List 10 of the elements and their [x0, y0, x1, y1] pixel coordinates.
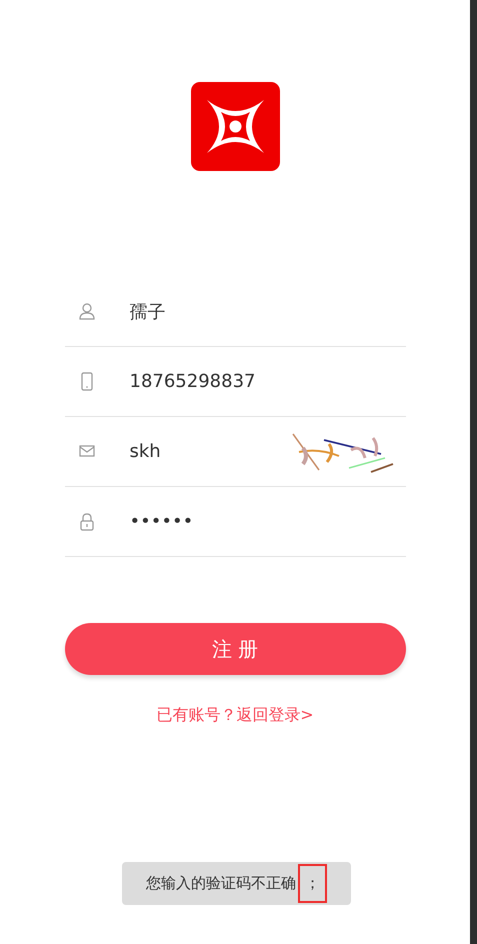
person-icon — [78, 302, 96, 321]
input-field[interactable]: 18765298837 — [130, 371, 270, 392]
register-button[interactable]: 注 册 — [64, 623, 406, 675]
padlock-icon — [78, 512, 96, 531]
message-text: 您输入的验证码不正确 — [146, 874, 296, 893]
highlight-frame: ； — [298, 864, 327, 903]
input-field[interactable]: skh — [130, 441, 270, 462]
input-field[interactable]: 孺子 — [130, 301, 270, 322]
login-link[interactable]: 已有账号？返回登录> — [156, 705, 314, 724]
input-field[interactable]: •••••• — [130, 511, 270, 532]
